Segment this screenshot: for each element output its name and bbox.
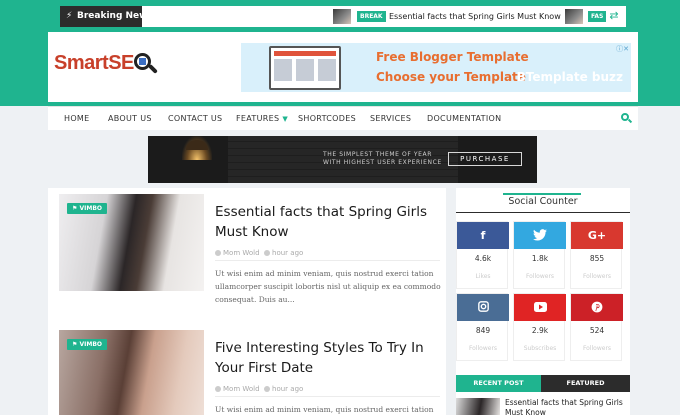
breaking-news-label: ⚡ Breaking News: [60, 6, 153, 27]
sidebar: Social Counter f 4.6k Likes 1.8k Followe…: [456, 188, 630, 415]
laptop-screen-illustration: [269, 46, 341, 90]
post-meta: Mom Wold hour ago: [215, 249, 303, 257]
post-tabs: RECENT POST FEATURED: [456, 375, 630, 392]
header-ad-banner[interactable]: Free Blogger Template Choose your Templa…: [241, 43, 631, 92]
ad-headline: Free Blogger Template: [376, 50, 529, 64]
facebook-icon: f: [457, 222, 509, 249]
ad-brand: BTemplate buzz: [516, 70, 623, 84]
google-plus-icon: G+: [571, 222, 623, 249]
twitter-icon: [514, 222, 566, 249]
social-count: 4.6k: [474, 254, 492, 263]
magnifier-logo-icon: [133, 52, 158, 74]
widget-title: Social Counter: [508, 196, 578, 207]
pinterest-logo-icon: [591, 301, 603, 313]
post-thumbnail[interactable]: ⚑ VIMBO: [59, 194, 204, 291]
main-nav: HOME ABOUT US CONTACT US FEATURES ▼ SHORT…: [48, 106, 638, 130]
tab-featured[interactable]: FEATURED: [541, 375, 630, 392]
post-thumbnail[interactable]: ⚑ VIMBO: [59, 330, 204, 415]
recent-post-thumbnail[interactable]: [456, 398, 500, 415]
social-pinterest[interactable]: 524 Followers: [570, 293, 623, 361]
post-title[interactable]: Essential facts that Spring Girls Must K…: [215, 202, 440, 242]
instagram-icon: [457, 294, 509, 321]
site-header: SmartSE Free Blogger Template Choose you…: [48, 32, 638, 102]
shuffle-icon[interactable]: ⇄: [608, 10, 620, 22]
ticker-link[interactable]: Essential facts that Spring Girls Must K…: [389, 6, 561, 27]
social-instagram[interactable]: 849 Followers: [456, 293, 509, 361]
user-icon: [215, 386, 221, 392]
ticker-thumbnail[interactable]: [333, 9, 351, 24]
nav-shortcodes[interactable]: SHORTCODES: [298, 107, 356, 131]
caret-down-icon: ▼: [282, 115, 289, 123]
divider: [215, 396, 440, 397]
social-twitter[interactable]: 1.8k Followers: [513, 221, 566, 289]
social-label: Followers: [525, 273, 555, 280]
post-meta: Mom Wold hour ago: [215, 385, 303, 393]
post-time: hour ago: [272, 385, 304, 393]
search-icon[interactable]: [621, 113, 633, 124]
banner-tagline: THE SIMPLEST THEME OF YEAR WITH HIGHEST …: [323, 151, 442, 166]
category-badge[interactable]: ⚑ VIMBO: [67, 339, 107, 350]
ticker-thumbnail[interactable]: [565, 9, 583, 24]
nav-features[interactable]: FEATURES ▼: [236, 107, 288, 131]
user-icon: [215, 250, 221, 256]
social-count: 524: [589, 326, 605, 335]
nav-about-us[interactable]: ABOUT US: [108, 107, 152, 131]
category-badge[interactable]: ⚑ VIMBO: [67, 203, 107, 214]
nav-services[interactable]: SERVICES: [370, 107, 411, 131]
social-google-plus[interactable]: G+ 855 Followers: [570, 221, 623, 289]
instagram-camera-icon: [477, 301, 489, 312]
widget-title-accent: [503, 193, 581, 195]
recent-post-title[interactable]: Essential facts that Spring Girls Must K…: [505, 398, 629, 415]
youtube-play-icon: [533, 302, 547, 312]
social-label: Followers: [582, 273, 612, 280]
post-excerpt: Ut wisi enim ad minim veniam, quis nostr…: [215, 269, 441, 304]
clock-icon: [264, 250, 271, 256]
purchase-button[interactable]: PURCHASE: [448, 152, 522, 166]
post-list: ⚑ VIMBO Essential facts that Spring Girl…: [48, 188, 446, 415]
clock-icon: [264, 386, 271, 392]
social-label: Subscribes: [523, 345, 557, 352]
youtube-icon: [514, 294, 566, 321]
site-logo[interactable]: SmartSE: [54, 52, 158, 75]
nav-contact-us[interactable]: CONTACT US: [168, 107, 222, 131]
social-count: 1.8k: [531, 254, 549, 263]
ad-subline: Choose your Template: [376, 70, 526, 84]
nav-documentation[interactable]: DOCUMENTATION: [427, 107, 501, 131]
purchase-banner[interactable]: THE SIMPLEST THEME OF YEAR WITH HIGHEST …: [148, 136, 537, 183]
ad-close-icon[interactable]: ⓘ✕: [616, 44, 629, 54]
post-title[interactable]: Five Interesting Styles To Try In Your F…: [215, 338, 440, 378]
widget-title-underline: [456, 212, 630, 213]
social-youtube[interactable]: 2.9k Subscribes: [513, 293, 566, 361]
twitter-bird-icon: [533, 229, 547, 241]
social-facebook[interactable]: f 4.6k Likes: [456, 221, 509, 289]
ticker-badge: FAS: [588, 11, 607, 22]
ticker-badge: BREAK: [357, 11, 386, 22]
social-count: 849: [475, 326, 491, 335]
social-count: 2.9k: [531, 326, 549, 335]
pinterest-icon: [571, 294, 623, 321]
divider: [215, 260, 440, 261]
bolt-icon: ⚡: [66, 11, 73, 21]
social-label: Likes: [475, 273, 491, 280]
post-excerpt: Ut wisi enim ad minim veniam, quis nostr…: [215, 405, 434, 414]
tab-recent-post[interactable]: RECENT POST: [456, 375, 541, 392]
post-author[interactable]: Mom Wold: [223, 385, 260, 393]
post-author[interactable]: Mom Wold: [223, 249, 260, 257]
breaking-news-bar: ⚡ Breaking News BREAK Essential facts tha…: [60, 6, 626, 27]
social-label: Followers: [468, 345, 498, 352]
nav-home[interactable]: HOME: [64, 107, 89, 131]
social-label: Followers: [582, 345, 612, 352]
post-time: hour ago: [272, 249, 304, 257]
social-count: 855: [589, 254, 605, 263]
